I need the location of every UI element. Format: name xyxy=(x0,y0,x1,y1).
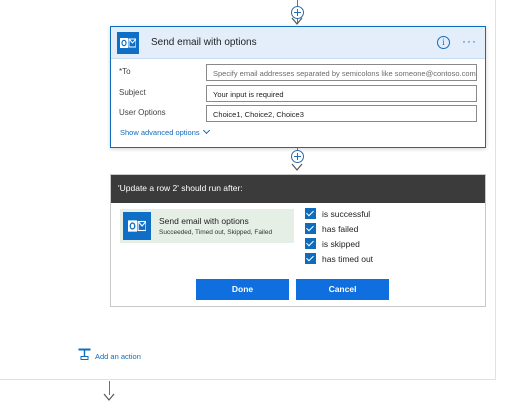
card-title: Send email with options xyxy=(151,37,257,48)
insert-step-plus-icon[interactable] xyxy=(291,150,304,163)
outlook-icon xyxy=(117,31,139,54)
outlook-icon xyxy=(123,212,151,240)
checkbox-has-failed[interactable]: has failed xyxy=(305,222,358,235)
checkbox-checked-icon[interactable] xyxy=(305,253,316,264)
show-advanced-label: Show advanced options xyxy=(120,128,200,137)
arrow-down-icon xyxy=(291,163,303,172)
to-field-row: *To Specify email addresses separated by… xyxy=(119,64,477,81)
user-options-label: User Options xyxy=(119,108,166,117)
checkbox-checked-icon[interactable] xyxy=(305,208,316,219)
subject-input[interactable]: Your input is required xyxy=(206,85,477,102)
run-after-header: 'Update a row 2' should run after: xyxy=(111,175,485,203)
user-options-field-row: User Options Choice1, Choice2, Choice3 xyxy=(119,105,477,122)
user-options-input[interactable]: Choice1, Choice2, Choice3 xyxy=(206,105,477,122)
chip-title: Send email with options xyxy=(159,216,249,226)
checkbox-label: is skipped xyxy=(322,238,360,249)
done-button[interactable]: Done xyxy=(196,279,289,300)
to-input[interactable]: Specify email addresses separated by sem… xyxy=(206,64,477,81)
run-after-panel: 'Update a row 2' should run after: Send … xyxy=(110,174,486,307)
checkbox-is-skipped[interactable]: is skipped xyxy=(305,237,360,250)
more-options-icon[interactable]: ··· xyxy=(462,35,477,47)
chevron-down-icon xyxy=(202,126,210,135)
checkbox-is-successful[interactable]: is successful xyxy=(305,207,370,220)
card-header[interactable]: Send email with options i ··· xyxy=(111,27,485,59)
checkbox-has-timed-out[interactable]: has timed out xyxy=(305,252,373,265)
to-label: *To xyxy=(119,67,131,76)
arrow-down-icon xyxy=(103,393,115,402)
checkbox-label: has timed out xyxy=(322,253,374,264)
add-action-label: Add an action xyxy=(95,351,141,361)
cancel-button[interactable]: Cancel xyxy=(296,279,389,300)
subject-label: Subject xyxy=(119,88,146,97)
chip-status-list: Succeeded, Timed out, Skipped, Failed xyxy=(159,229,273,236)
show-advanced-options-link[interactable]: Show advanced options xyxy=(120,126,210,137)
add-action-link[interactable]: Add an action xyxy=(78,347,141,365)
checkbox-label: has failed xyxy=(322,223,359,234)
arrow-down-icon xyxy=(291,17,303,26)
add-action-icon xyxy=(78,347,91,365)
checkbox-checked-icon[interactable] xyxy=(305,223,316,234)
checkbox-checked-icon[interactable] xyxy=(305,238,316,249)
action-chip: Send email with options Succeeded, Timed… xyxy=(120,209,294,243)
info-icon[interactable]: i xyxy=(437,36,450,49)
checkbox-label: is successful xyxy=(322,208,371,219)
send-email-card[interactable]: Send email with options i ··· *To Specif… xyxy=(110,26,486,148)
subject-field-row: Subject Your input is required xyxy=(119,85,477,102)
